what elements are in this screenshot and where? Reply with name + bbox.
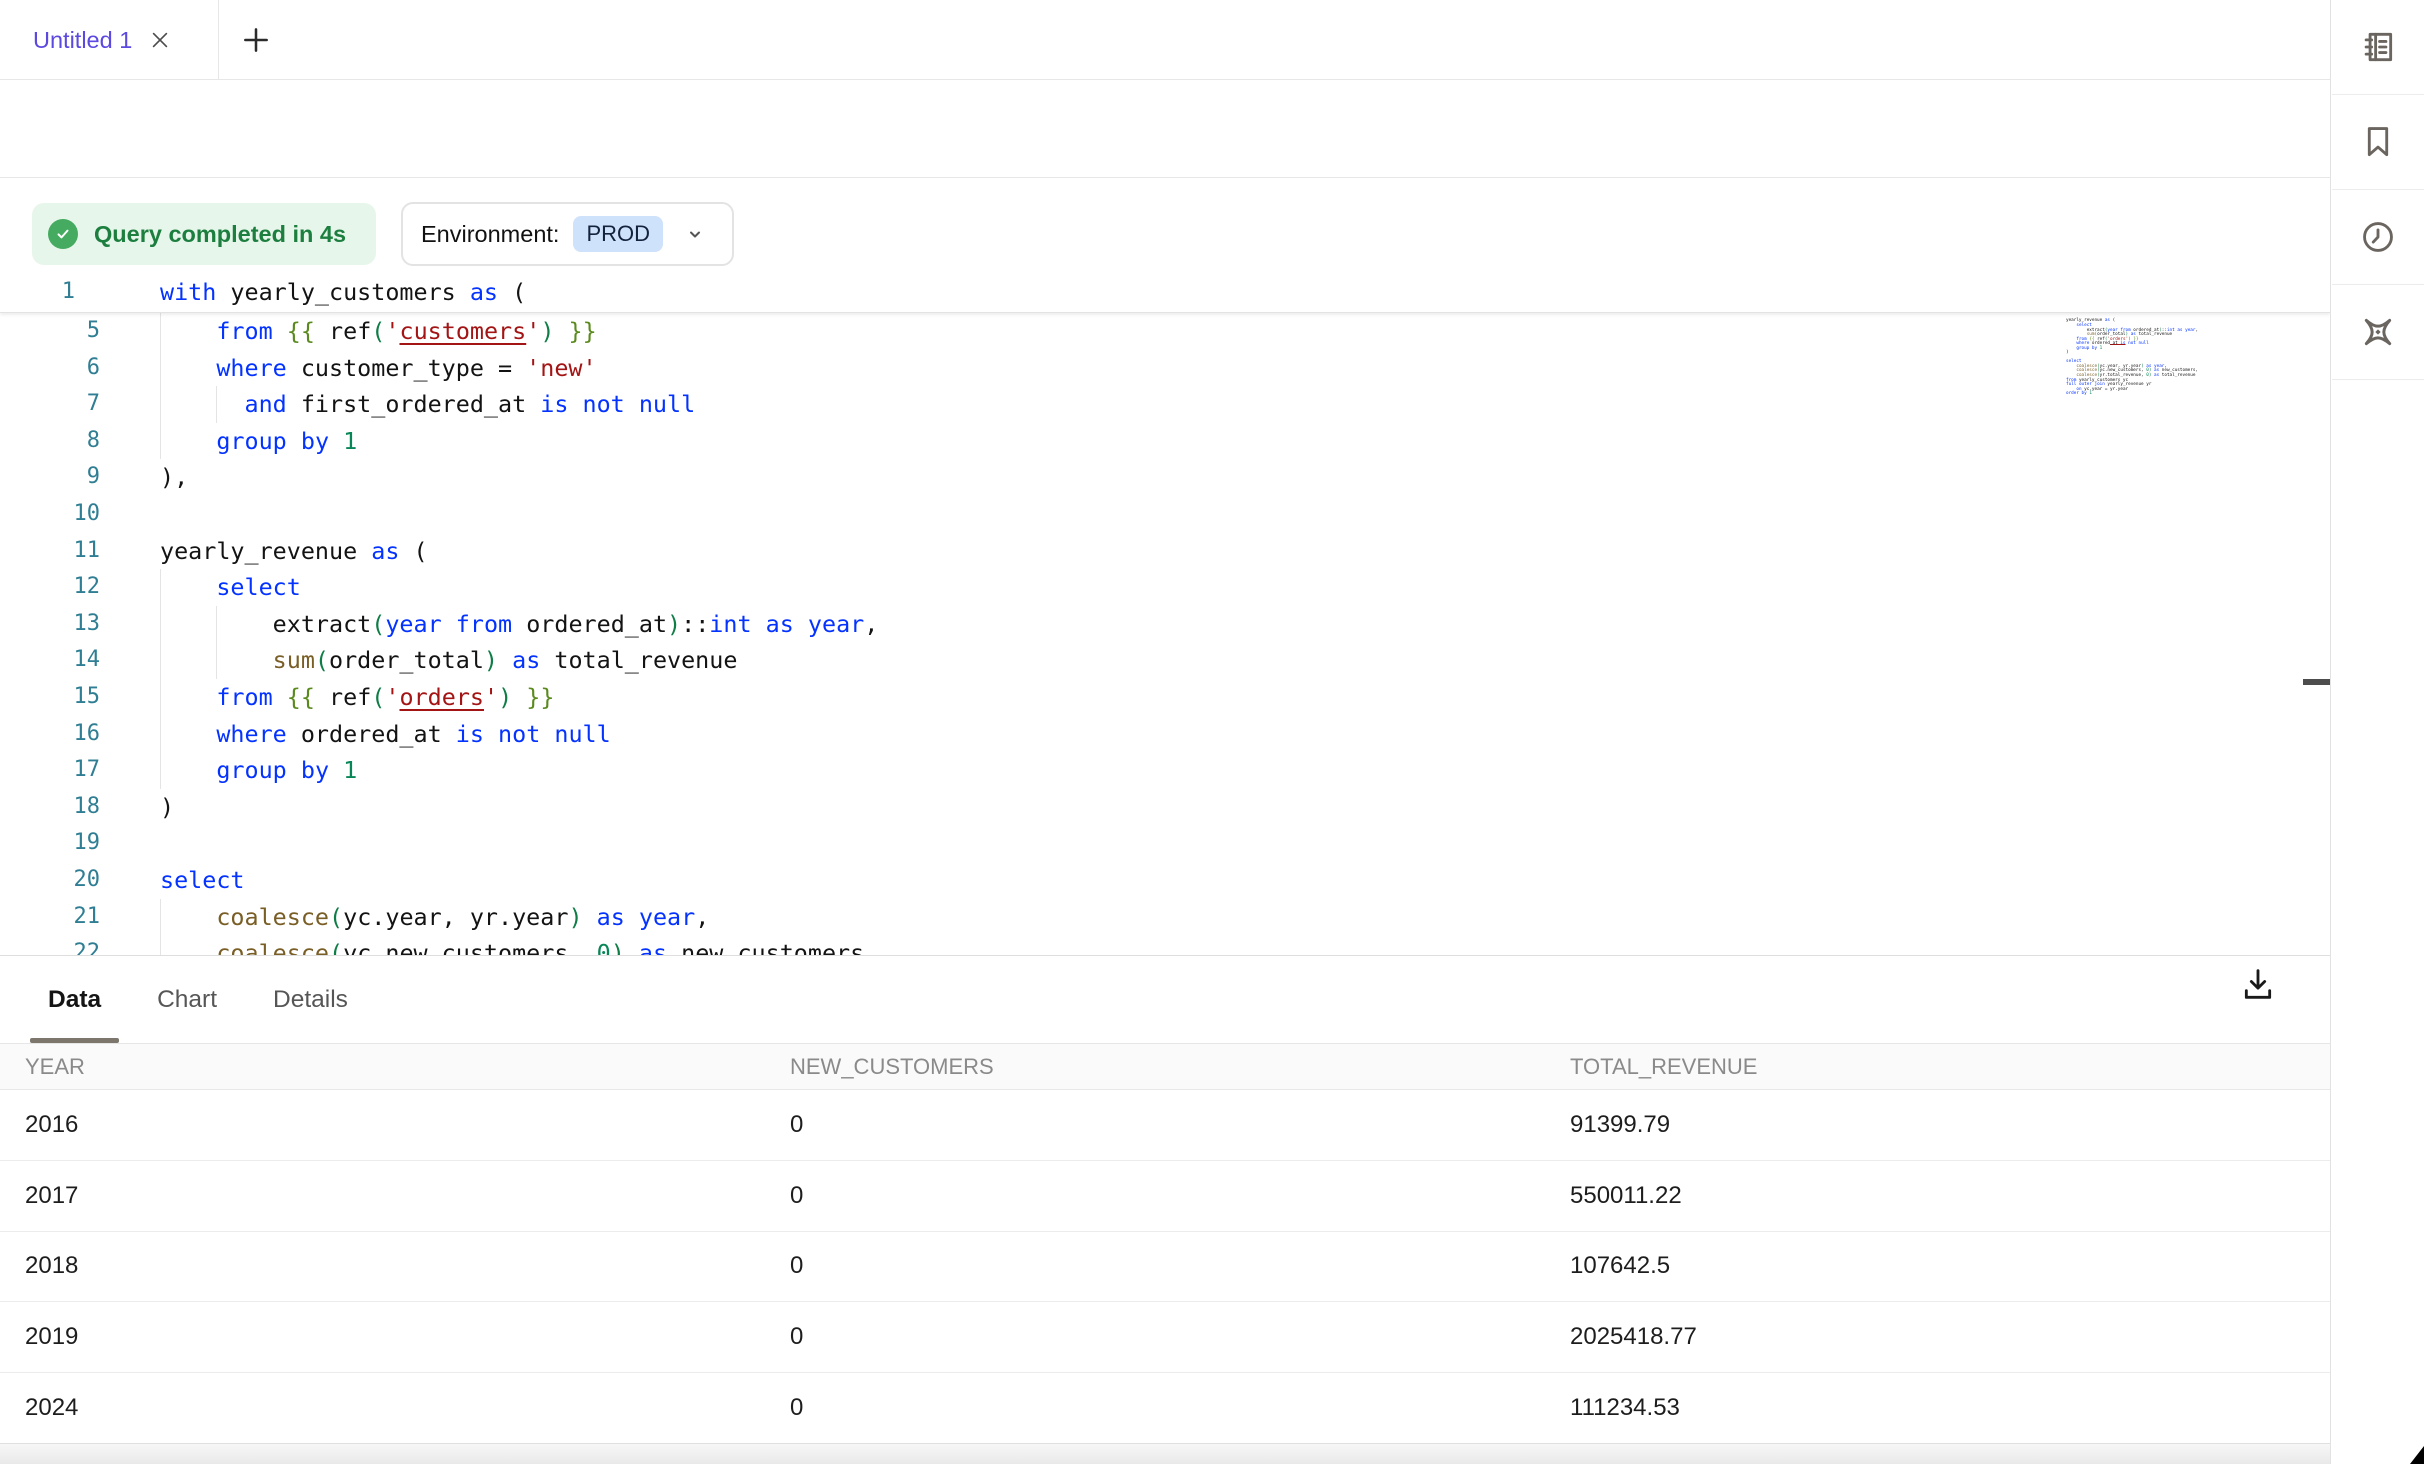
table-cell: 0: [790, 1394, 1570, 1422]
download-icon[interactable]: [2238, 962, 2278, 1006]
code-line-11[interactable]: 11yearly_revenue as (: [0, 533, 2330, 570]
table-cell: 0: [790, 1323, 1570, 1351]
table-row: 201902025418.77: [0, 1302, 2330, 1373]
sidebar-item-lineage[interactable]: [2332, 285, 2424, 380]
mouse-cursor-artifact: [2410, 1446, 2424, 1464]
code-line-9[interactable]: 9),: [0, 459, 2330, 496]
code-line-17[interactable]: 17 group by 1: [0, 752, 2330, 789]
line-number: 8: [0, 423, 100, 460]
sticky-scroll-line[interactable]: 1with yearly_customers as (: [0, 272, 2330, 313]
sidebar-item-notebook[interactable]: [2332, 0, 2424, 95]
table-cell: 2025418.77: [1570, 1323, 2330, 1351]
notebook-icon: [2359, 28, 2397, 66]
column-header-new-customers: NEW_CUSTOMERS: [790, 1054, 1570, 1080]
table-cell: 2016: [0, 1111, 790, 1139]
line-number: 15: [0, 679, 100, 716]
table-cell: 91399.79: [1570, 1111, 2330, 1139]
code-line-12[interactable]: 12 select: [0, 569, 2330, 606]
right-sidebar: [2332, 0, 2424, 1464]
table-header: YEAR NEW_CUSTOMERS TOTAL_REVENUE: [0, 1044, 2330, 1090]
line-number: 12: [0, 569, 100, 606]
table-cell: 0: [790, 1111, 1570, 1139]
query-status-badge: Query completed in 4s: [32, 203, 376, 265]
close-tab-icon[interactable]: [149, 29, 171, 51]
new-tab-icon[interactable]: [240, 24, 272, 56]
tab-untitled-1[interactable]: Untitled 1: [0, 0, 219, 80]
table-cell: 111234.53: [1570, 1394, 2330, 1422]
code-line-22[interactable]: 22 coalesce(yc.new_customers, 0) as new_…: [0, 935, 2330, 955]
bookmark-icon: [2359, 123, 2397, 161]
code-line-14[interactable]: 14 sum(order_total) as total_revenue: [0, 642, 2330, 679]
line-number: 6: [0, 350, 100, 387]
code-line-6[interactable]: 6 where customer_type = 'new': [0, 350, 2330, 387]
code-line-8[interactable]: 8 group by 1: [0, 423, 2330, 460]
code-line-21[interactable]: 21 coalesce(yc.year, yr.year) as year,: [0, 899, 2330, 936]
results-tabs: Data Chart Details: [30, 956, 366, 1043]
query-status-text: Query completed in 4s: [94, 221, 346, 248]
table-row: 20240111234.53: [0, 1373, 2330, 1444]
sidebar-item-history[interactable]: [2332, 190, 2424, 285]
tab-data[interactable]: Data: [30, 956, 119, 1043]
sql-ide-app: Untitled 1 Develop: [0, 0, 2424, 1464]
code-line-20[interactable]: 20select: [0, 862, 2330, 899]
table-body: 2016091399.7920170550011.2220180107642.5…: [0, 1090, 2330, 1444]
sql-code-editor[interactable]: 1with yearly_customers as ( 5 from {{ re…: [0, 272, 2330, 955]
code-line-18[interactable]: 18): [0, 789, 2330, 826]
table-row: 20170550011.22: [0, 1161, 2330, 1232]
environment-selector[interactable]: Environment: PROD: [401, 202, 734, 266]
line-number: 7: [0, 386, 100, 423]
code-line-5[interactable]: 5 from {{ ref('customers') }}: [0, 313, 2330, 350]
table-cell: 107642.5: [1570, 1252, 2330, 1280]
lineage-icon: [2358, 312, 2398, 352]
history-clock-icon: [2359, 218, 2397, 256]
table-cell: 2017: [0, 1182, 790, 1210]
table-cell: 550011.22: [1570, 1182, 2330, 1210]
tab-details[interactable]: Details: [255, 956, 366, 1043]
table-cell: 2018: [0, 1252, 790, 1280]
code-line-13[interactable]: 13 extract(year from ordered_at)::int as…: [0, 606, 2330, 643]
environment-label: Environment:: [421, 221, 559, 248]
line-number: 21: [0, 899, 100, 936]
chevron-down-icon: [683, 222, 707, 246]
column-header-total-revenue: TOTAL_REVENUE: [1570, 1054, 2330, 1080]
line-number: 1: [0, 272, 75, 312]
environment-value-badge: PROD: [573, 216, 663, 252]
line-number: 16: [0, 716, 100, 753]
results-panel: Data Chart Details YEAR NEW_CUSTOMERS TO…: [0, 955, 2330, 1464]
code-lines[interactable]: 5 from {{ ref('customers') }}6 where cus…: [0, 313, 2330, 955]
line-number: 18: [0, 789, 100, 826]
line-number: 5: [0, 313, 100, 350]
line-number: 13: [0, 606, 100, 643]
line-number: 22: [0, 935, 100, 955]
overview-ruler-cursor-marker: [2303, 679, 2330, 685]
line-number: 20: [0, 862, 100, 899]
main-panel: Untitled 1 Develop: [0, 0, 2331, 1464]
code-line-16[interactable]: 16 where ordered_at is not null: [0, 716, 2330, 753]
line-number: 10: [0, 496, 100, 533]
code-line-15[interactable]: 15 from {{ ref('orders') }}: [0, 679, 2330, 716]
sidebar-item-bookmarks[interactable]: [2332, 95, 2424, 190]
code-line-10[interactable]: 10: [0, 496, 2330, 533]
table-cell: 0: [790, 1182, 1570, 1210]
code-line-7[interactable]: 7 and first_ordered_at is not null: [0, 386, 2330, 423]
table-cell: 2019: [0, 1323, 790, 1351]
tab-label: Untitled 1: [33, 27, 132, 54]
line-number: 9: [0, 459, 100, 496]
tab-chart[interactable]: Chart: [139, 956, 235, 1043]
tab-bar: Untitled 1: [0, 0, 2330, 80]
toolbar: Develop Run: [0, 81, 2330, 178]
status-row: Query completed in 4s Environment: PROD: [0, 178, 2330, 272]
horizontal-scrollbar[interactable]: [0, 1443, 2330, 1464]
line-number: 17: [0, 752, 100, 789]
line-number: 19: [0, 825, 100, 862]
line-number: 11: [0, 533, 100, 570]
column-header-year: YEAR: [0, 1054, 790, 1080]
table-cell: 0: [790, 1252, 1570, 1280]
table-row: 2016091399.79: [0, 1090, 2330, 1161]
table-row: 20180107642.5: [0, 1232, 2330, 1303]
code-line-19[interactable]: 19: [0, 825, 2330, 862]
table-cell: 2024: [0, 1394, 790, 1422]
check-circle-icon: [48, 219, 78, 249]
line-number: 14: [0, 642, 100, 679]
